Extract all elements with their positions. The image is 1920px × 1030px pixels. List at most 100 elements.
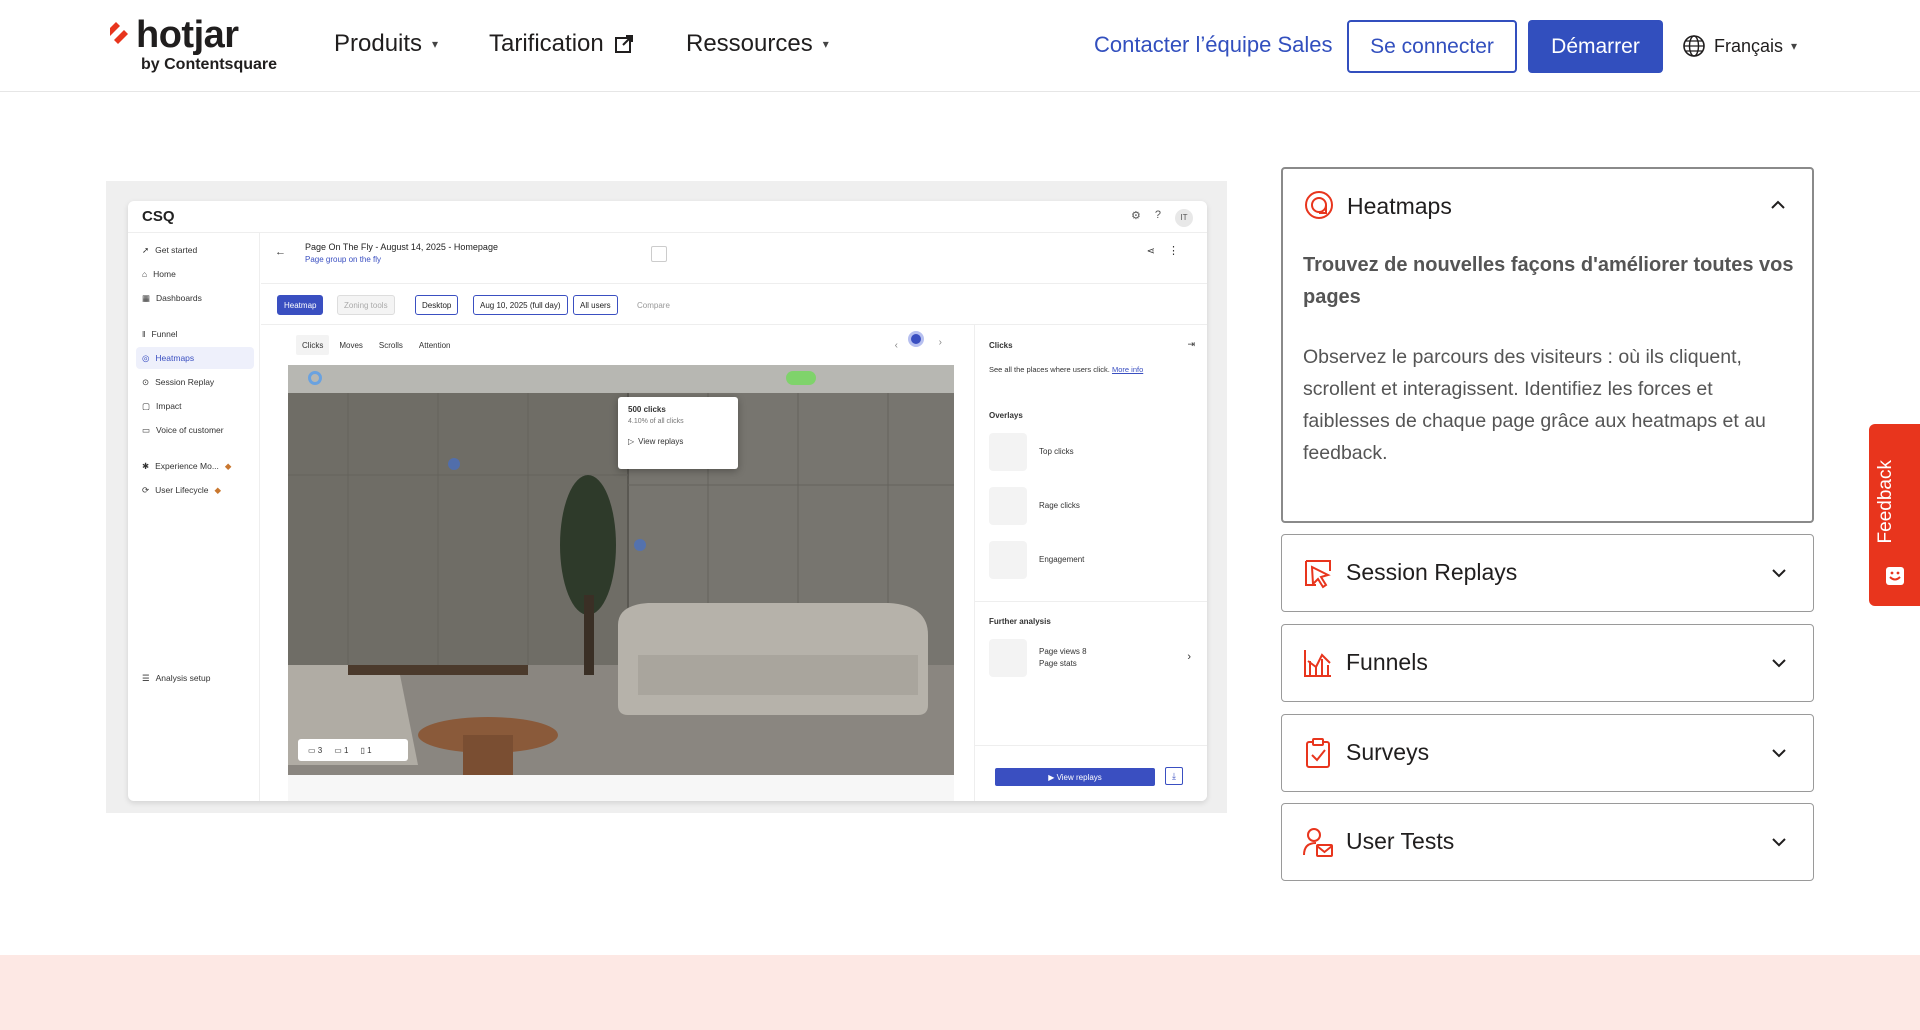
sidebar-label: Get started (155, 245, 198, 255)
tablet-count: ▭ 1 (334, 745, 349, 755)
download-icon: ⤓ (1165, 767, 1183, 785)
nav-ressources[interactable]: Ressources ▾ (686, 30, 829, 58)
sidebar-label: User Lifecycle (155, 485, 209, 495)
nav-produits-label: Produits (334, 30, 423, 57)
globe-icon (1683, 35, 1705, 57)
sidebar-item-experience: ✱ Experience Mo... ◆ (136, 455, 254, 477)
funnel-icon: ‖ (142, 329, 146, 339)
play-icon: ▷ (628, 437, 635, 446)
top-clicks-icon (989, 433, 1027, 471)
tab-attention: Attention (412, 335, 457, 355)
bookmark-icon (651, 246, 667, 262)
accordion-title: Funnels (1346, 649, 1428, 675)
accordion-header-heatmaps[interactable]: Heatmaps (1283, 169, 1812, 245)
logo-wordmark: hotjar (136, 14, 239, 56)
room-photo: 500 clicks 4.10% of all clicks ▷ View rep… (288, 365, 954, 775)
accordion-user-tests[interactable]: User Tests (1281, 803, 1814, 881)
popup-percentage: 4.10% of all clicks (628, 418, 684, 425)
tab-scrolls: Scrolls (372, 335, 409, 355)
grid-icon: ▦ (142, 292, 151, 303)
rocket-icon: ➚ (142, 244, 150, 255)
chevron-down-icon (1772, 569, 1786, 578)
hotjar-logo[interactable]: hotjar by Contentsquare (106, 14, 286, 76)
sidebar-label: Impact (156, 401, 182, 411)
mobile-count-value: 1 (367, 745, 372, 755)
accordion-lead: Trouvez de nouvelles façons d'améliorer … (1303, 254, 1794, 308)
device-counts: ▭ 3 ▭ 1 ▯ 1 (298, 739, 408, 761)
language-label: Français (1714, 35, 1784, 56)
accordion-heatmaps: Heatmaps Trouvez de nouvelles façons d'a… (1281, 167, 1814, 523)
help-icon: ? (1154, 209, 1161, 221)
accordion-surveys[interactable]: Surveys (1281, 714, 1814, 792)
product-screenshot: CSQ ⚙ ? IT ➚ Get started ⌂ Home ▦ Dashboard… (106, 181, 1227, 813)
feedback-label: Feedback (1875, 460, 1896, 544)
gem-icon: ◆ (224, 460, 232, 471)
rage-clicks-icon (989, 487, 1027, 525)
accordion-funnels[interactable]: Funnels (1281, 624, 1814, 702)
session-replays-icon (1305, 560, 1331, 589)
user-tests-icon (1303, 828, 1333, 857)
language-selector[interactable]: Français ▾ (1682, 34, 1797, 58)
sidebar-item-session-replay: ⊙ Session Replay (136, 371, 254, 393)
chevron-right-icon: › (938, 337, 942, 348)
accordion-session-replays[interactable]: Session Replays (1281, 534, 1814, 612)
popup-clicks: 500 clicks (628, 405, 666, 414)
back-arrow-icon: ← (275, 246, 286, 258)
app-window: CSQ ⚙ ? IT ➚ Get started ⌂ Home ▦ Dashboard… (128, 201, 1207, 801)
chip-desktop: Desktop (415, 295, 459, 315)
chevron-down-icon (1772, 838, 1786, 847)
app-topbar: CSQ ⚙ ? IT (128, 201, 1207, 233)
sidebar-item-lifecycle: ⟳ User Lifecycle ◆ (136, 479, 254, 501)
next-section-band (0, 955, 1920, 1030)
overlays-heading: Overlays (989, 411, 1023, 420)
contact-sales-link[interactable]: Contacter l’équipe Sales (1094, 32, 1332, 58)
chevron-left-icon: ‹ (894, 339, 898, 351)
clicks-panel: Clicks ⇥ See all the places where users … (974, 325, 1207, 801)
chip-date: Aug 10, 2025 (full day) (473, 295, 568, 315)
sidebar-item-dashboards: ▦ Dashboards (136, 287, 254, 309)
sidebar-item-get-started: ➚ Get started (136, 239, 254, 261)
stats-line2: Page stats (1039, 659, 1077, 668)
view-replays-button: ▶ View replays (995, 768, 1155, 786)
bug-icon: ✱ (142, 460, 150, 471)
sidebar-label: Experience Mo... (155, 461, 219, 471)
compare-link: Compare (637, 301, 670, 310)
click-marker-icon (908, 331, 924, 347)
desktop-count-value: 3 (317, 745, 323, 755)
click-marker-icon (308, 371, 322, 385)
login-button[interactable]: Se connecter (1347, 20, 1517, 73)
accordion-body: Observez le parcours des visiteurs : où … (1303, 346, 1766, 464)
nav-tarification[interactable]: Tarification (489, 30, 634, 58)
start-button[interactable]: Démarrer (1528, 20, 1663, 73)
gem-icon: ◆ (214, 484, 222, 495)
overlay-rage-clicks: Rage clicks (1039, 501, 1080, 510)
heatmap-icon: ◎ (142, 352, 150, 363)
sliders-icon: ☰ (142, 672, 150, 683)
sidebar-label: Dashboards (156, 293, 202, 303)
panel-desc: See all the places where users click. Mo… (989, 365, 1143, 374)
heatmaps-icon (1305, 191, 1333, 219)
panel-divider (975, 601, 1207, 602)
sidebar-item-voice: ▭ Voice of customer (136, 419, 254, 441)
stats-icon (989, 639, 1027, 677)
tab-moves: Moves (333, 335, 369, 355)
top-nav: hotjar by Contentsquare Produits ▾ Tarif… (0, 0, 1920, 92)
collapse-icon: ⇥ (1187, 339, 1195, 349)
feedback-tab[interactable]: Feedback (1869, 424, 1920, 606)
nav-produits[interactable]: Produits ▾ (334, 30, 438, 58)
chip-users: All users (573, 295, 618, 315)
accordion-title: Surveys (1346, 739, 1430, 765)
sidebar-label: Home (153, 269, 176, 279)
nav-ressources-label: Ressources (686, 30, 813, 57)
sidebar-item-funnel: ‖ Funnel (136, 323, 254, 345)
overlay-top-clicks: Top clicks (1039, 447, 1074, 456)
accordion-title: Heatmaps (1347, 193, 1452, 219)
panel-title: Clicks (989, 341, 1013, 350)
panel-desc-text: See all the places where users click. (989, 365, 1110, 374)
panel-divider (975, 745, 1207, 746)
sidebar-item-home: ⌂ Home (136, 263, 254, 285)
further-heading: Further analysis (989, 617, 1051, 626)
canvas-toolbar: Clicks Moves Scrolls Attention ‹ › (288, 325, 954, 365)
sidebar-label: Voice of customer (156, 425, 224, 435)
logo-byline: by Contentsquare (141, 56, 278, 73)
